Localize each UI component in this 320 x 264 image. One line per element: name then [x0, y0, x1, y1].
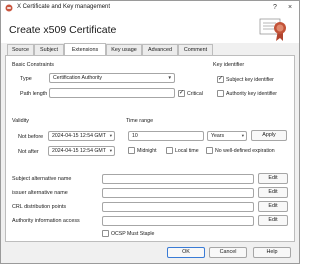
crl-distribution-points-edit-button[interactable]: Edit [258, 201, 288, 212]
title-bar: X Certificate and Key management ? × [1, 1, 299, 15]
subject-key-identifier-label: Subject key identifier [226, 77, 274, 83]
local-time-checkbox[interactable] [166, 147, 173, 154]
issuer-alt-name-label: issuer alternative name [12, 190, 68, 196]
validity-label: Validity [12, 118, 29, 124]
dialog-header: Create x509 Certificate [1, 15, 299, 43]
chevron-down-icon: ▾ [109, 148, 112, 153]
ocsp-must-staple-label: OCSP Must Staple [111, 231, 155, 237]
help-icon[interactable]: ? [269, 3, 281, 13]
tab-comment[interactable]: Comment [178, 44, 213, 55]
time-range-amount-input[interactable]: 10 [128, 131, 204, 141]
type-select-value: Certification Authority [53, 75, 103, 81]
tab-extensions[interactable]: Extensions [64, 43, 106, 55]
midnight-label: Midnight [137, 148, 157, 154]
tab-subject[interactable]: Subject [34, 44, 64, 55]
subject-key-identifier-checkbox[interactable]: ✓ [217, 76, 224, 83]
not-before-field[interactable]: 2024-04-15 12:54 GMT ▾ [48, 131, 115, 141]
not-after-value: 2024-04-15 12:54 GMT [52, 148, 106, 154]
subject-alt-name-label: Subject alternative name [12, 176, 72, 182]
local-time-label: Local time [175, 148, 199, 154]
apply-button[interactable]: Apply [251, 130, 287, 141]
window-title: X Certificate and Key management [17, 4, 111, 10]
chevron-down-icon: ▾ [241, 133, 244, 138]
extensions-panel: Basic Constraints Type Certification Aut… [5, 55, 295, 242]
not-after-label: Not after [18, 149, 39, 155]
basic-constraints-label: Basic Constraints [12, 62, 54, 68]
crl-distribution-points-input[interactable] [102, 202, 254, 212]
ocsp-must-staple-checkbox[interactable] [102, 230, 109, 237]
issuer-alt-name-edit-button[interactable]: Edit [258, 187, 288, 198]
path-length-input[interactable] [49, 88, 175, 98]
tab-advanced[interactable]: Advanced [142, 44, 178, 55]
path-length-label: Path length [20, 91, 48, 97]
critical-checkbox[interactable]: ✓ [178, 90, 185, 97]
not-before-label: Not before [18, 134, 44, 140]
subject-alt-name-input[interactable] [102, 174, 254, 184]
time-range-label: Time range [126, 118, 154, 124]
dialog-window: X Certificate and Key management ? × Cre… [0, 0, 300, 264]
authority-info-access-input[interactable] [102, 216, 254, 226]
tab-key-usage[interactable]: Key usage [106, 44, 142, 55]
chevron-down-icon: ▼ [167, 75, 172, 80]
time-range-unit-value: Years [211, 133, 225, 139]
chevron-down-icon: ▾ [109, 133, 112, 138]
not-before-value: 2024-04-15 12:54 GMT [52, 133, 106, 139]
authority-key-identifier-checkbox[interactable] [217, 90, 224, 97]
app-icon [5, 4, 13, 12]
issuer-alt-name-input[interactable] [102, 188, 254, 198]
cancel-button[interactable]: Cancel [209, 247, 247, 258]
not-after-field[interactable]: 2024-04-15 12:54 GMT ▾ [48, 146, 115, 156]
type-select[interactable]: Certification Authority ▼ [49, 73, 175, 83]
help-button[interactable]: Help [253, 247, 291, 258]
authority-info-access-label: Authority information access [12, 218, 80, 224]
page-title: Create x509 Certificate [9, 24, 117, 36]
midnight-checkbox[interactable] [128, 147, 135, 154]
time-range-unit-select[interactable]: Years ▾ [207, 131, 247, 141]
key-identifier-label: Key identifier [213, 62, 245, 68]
authority-key-identifier-label: Authority key identifier [226, 91, 278, 97]
subject-alt-name-edit-button[interactable]: Edit [258, 173, 288, 184]
type-label: Type [20, 76, 32, 82]
authority-info-access-edit-button[interactable]: Edit [258, 215, 288, 226]
no-expiration-label: No well-defined expiration [215, 148, 275, 154]
close-icon[interactable]: × [284, 3, 296, 13]
certificate-seal-icon [259, 18, 286, 41]
tab-source[interactable]: Source [7, 44, 34, 55]
critical-label: Critical [187, 91, 203, 97]
crl-distribution-points-label: CRL distribution points [12, 204, 67, 210]
no-expiration-checkbox[interactable] [206, 147, 213, 154]
ok-button[interactable]: OK [167, 247, 205, 258]
